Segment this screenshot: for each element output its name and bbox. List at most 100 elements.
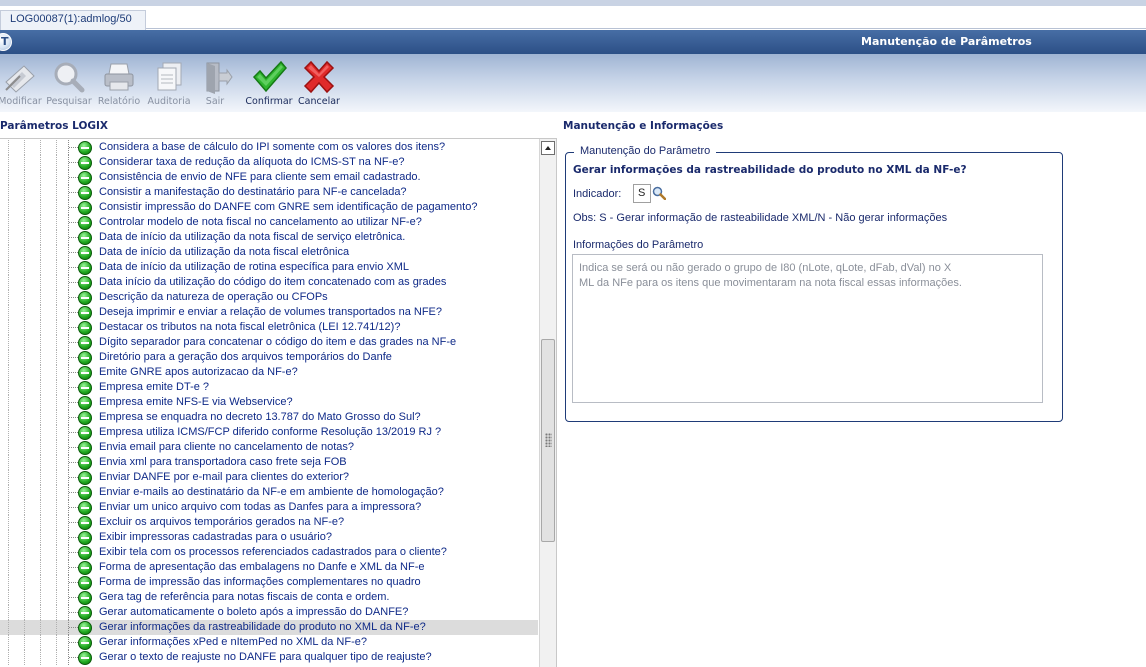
tree-item[interactable]: Gera tag de referência para notas fiscai… [0,590,538,605]
tree-guide-line [40,140,41,155]
tree-guide-line [56,635,57,650]
modificar-button[interactable]: Modificar [0,60,46,110]
tree-item[interactable]: Gerar automaticamente o boleto após a im… [0,605,538,620]
tree-item[interactable]: Consistir impressão do DANFE com GNRE se… [0,200,538,215]
tree-item[interactable]: Considera a base de cálculo do IPI somen… [0,140,538,155]
exit-door-icon [206,62,233,94]
tree-item[interactable]: Empresa utiliza ICMS/FCP diferido confor… [0,425,538,440]
tree-guide-line [40,545,41,560]
tree-connector [69,582,78,583]
lookup-search-icon[interactable] [652,186,666,200]
parameter-status-icon [78,516,92,530]
cancelar-button[interactable]: Cancelar [293,60,345,110]
scroll-up-button[interactable] [541,141,555,155]
tree-item[interactable]: Exibir impressoras cadastradas para o us… [0,530,538,545]
tree-item-label: Gerar o texto de reajuste no DANFE para … [99,651,432,663]
tree-item-label: Data de início da utilização da nota fis… [99,231,406,243]
indicator-label: Indicador: [573,188,622,200]
tree-connector [69,207,78,208]
tab-program[interactable]: LOG00087(1):admlog/50 [0,10,146,30]
tree-guide-line [56,290,57,305]
tree-guide-line [8,170,9,185]
info-textarea[interactable]: Indica se será ou não gerado o grupo de … [572,254,1043,403]
tree-item[interactable]: Empresa emite DT-e ? [0,380,538,395]
tree-item[interactable]: Gerar o texto de reajuste no DANFE para … [0,650,538,665]
tree-item[interactable]: Forma de apresentação das embalagens no … [0,560,538,575]
tree-item-label: Empresa se enquadra no decreto 13.787 do… [99,411,421,423]
pesquisar-button[interactable]: Pesquisar [43,60,95,110]
tree-item[interactable]: Enviar DANFE por e-mail para clientes do… [0,470,538,485]
tree-guide-line [56,305,57,320]
tree-item[interactable]: Gerar informações da rastreabilidade do … [0,620,538,635]
tree-guide-line [56,185,57,200]
tree-guide-line [56,260,57,275]
tree-item[interactable]: Excluir os arquivos temporários gerados … [0,515,538,530]
confirmar-label: Confirmar [245,96,293,107]
tree-guide-line [8,500,9,515]
tree-item[interactable]: Enviar e-mails ao destinatário da NF-e e… [0,485,538,500]
tree-scrollbar[interactable] [539,139,556,667]
tree-guide-line [40,245,41,260]
tree-connector [69,597,78,598]
tree-item[interactable]: Consistir a manifestação do destinatário… [0,185,538,200]
tree-item[interactable]: Gerar informações xPed e nItemPed no XML… [0,635,538,650]
auditoria-button[interactable]: Auditoria [143,60,195,110]
parameter-status-icon [78,306,92,320]
tree-item[interactable]: Descrição da natureza de operação ou CFO… [0,290,538,305]
parameter-status-icon [78,351,92,365]
relatorio-button[interactable]: Relatório [93,60,145,110]
sair-button[interactable]: Sair [189,60,241,110]
tree-guide-line [40,560,41,575]
tree-item[interactable]: Dígito separador para concatenar o códig… [0,335,538,350]
tree-guide-line [40,200,41,215]
tree-item[interactable]: Data de início da utilização da nota fis… [0,230,538,245]
tree-connector [69,372,78,373]
tree-item[interactable]: Empresa emite NFS-E via Webservice? [0,395,538,410]
tree-guide-line [40,335,41,350]
parameter-status-icon [78,231,92,245]
confirmar-button[interactable]: Confirmar [243,60,295,110]
tree-item-label: Consistência de envio de NFE para client… [99,171,421,183]
tree-item[interactable]: Consistência de envio de NFE para client… [0,170,538,185]
tree-guide-line [24,155,25,170]
title-bar: T Manutenção de Parâmetros [0,30,1146,54]
indicator-field[interactable]: S [633,184,651,203]
right-panel-title: Manutenção e Informações [563,120,724,132]
tree-guide-line [56,515,57,530]
tree-connector [69,222,78,223]
tree-item[interactable]: Exibir tela com os processos referenciad… [0,545,538,560]
tree-connector [69,387,78,388]
tree-item[interactable]: Destacar os tributos na nota fiscal elet… [0,320,538,335]
cancelar-label: Cancelar [298,96,340,107]
tree-item[interactable]: Envia xml para transportadora caso frete… [0,455,538,470]
tab-bar: LOG00087(1):admlog/50 [0,6,1146,30]
parameter-status-icon [78,186,92,200]
tree-item[interactable]: Data início da utilização do código do i… [0,275,538,290]
tree-item[interactable]: Envia email para cliente no cancelamento… [0,440,538,455]
tree-connector [69,477,78,478]
tree-guide-line [8,305,9,320]
tree-item[interactable]: Forma de impressão das informações compl… [0,575,538,590]
parameter-status-icon [78,156,92,170]
tree-guide-line [40,530,41,545]
tree-guide-line [24,515,25,530]
tree-guide-line [56,275,57,290]
tree-guide-line [24,410,25,425]
tree-item-label: Enviar DANFE por e-mail para clientes do… [99,471,350,483]
tree-item[interactable]: Empresa se enquadra no decreto 13.787 do… [0,410,538,425]
tree-connector [69,657,78,658]
tree-connector [69,567,78,568]
tree-guide-line [8,395,9,410]
tree-item[interactable]: Data de início da utilização de rotina e… [0,260,538,275]
tree-item[interactable]: Deseja imprimir e enviar a relação de vo… [0,305,538,320]
parameter-status-icon [78,531,92,545]
tree-item[interactable]: Enviar um unico arquivo com todas as Dan… [0,500,538,515]
scroll-thumb[interactable] [541,339,555,542]
tree-item[interactable]: Considerar taxa de redução da alíquota d… [0,155,538,170]
tree-item[interactable]: Data de início da utilização da nota fis… [0,245,538,260]
parameters-tree[interactable]: Considera a base de cálculo do IPI somen… [0,138,557,667]
tree-item[interactable]: Emite GNRE apos autorizacao da NF-e? [0,365,538,380]
tree-item[interactable]: Controlar modelo de nota fiscal no cance… [0,215,538,230]
tree-item[interactable]: Diretório para a geração dos arquivos te… [0,350,538,365]
tree-guide-line [8,530,9,545]
